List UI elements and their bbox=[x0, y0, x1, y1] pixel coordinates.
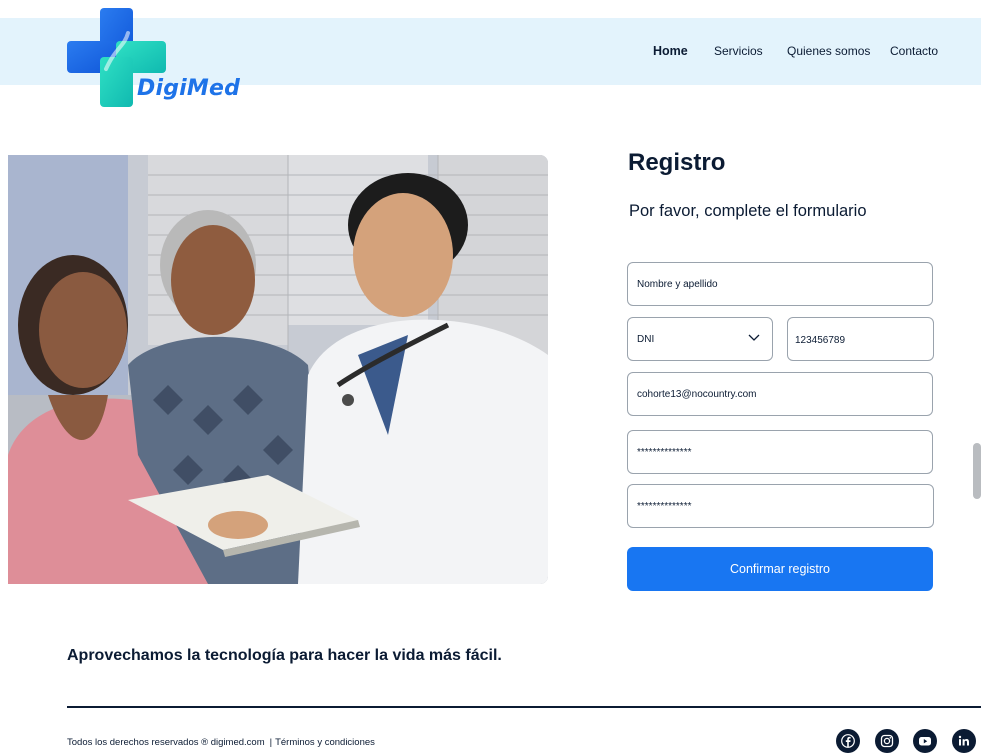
youtube-icon[interactable] bbox=[913, 729, 937, 753]
document-number-field[interactable]: 123456789 bbox=[787, 317, 934, 361]
document-type-select[interactable]: DNI bbox=[627, 317, 773, 361]
doctor-patients-illustration bbox=[8, 155, 548, 584]
password-confirm-field[interactable]: ************** bbox=[627, 484, 934, 528]
name-field-text: Nombre y apellido bbox=[637, 278, 718, 290]
name-field[interactable]: Nombre y apellido bbox=[627, 262, 933, 306]
terms-link[interactable]: Términos y condiciones bbox=[275, 737, 375, 748]
confirm-register-button[interactable]: Confirmar registro bbox=[627, 547, 933, 591]
password-value: ************** bbox=[637, 446, 692, 458]
nav-home[interactable]: Home bbox=[653, 44, 688, 58]
chevron-down-icon bbox=[748, 334, 760, 341]
copyright-text: Todos los derechos reservados ® digimed.… bbox=[67, 737, 265, 748]
instagram-icon[interactable] bbox=[875, 729, 899, 753]
nav-quienes-somos[interactable]: Quienes somos bbox=[787, 44, 870, 58]
password-confirm-value: ************** bbox=[637, 500, 692, 512]
scrollbar-thumb[interactable] bbox=[973, 443, 981, 499]
footer-text: Todos los derechos reservados ® digimed.… bbox=[67, 737, 375, 748]
email-field[interactable]: cohorte13@nocountry.com bbox=[627, 372, 933, 416]
hero-image bbox=[8, 155, 548, 584]
password-field[interactable]: ************** bbox=[627, 430, 933, 474]
form-subtitle: Por favor, complete el formulario bbox=[629, 202, 867, 220]
document-number-value: 123456789 bbox=[795, 335, 846, 346]
nav-servicios[interactable]: Servicios bbox=[714, 44, 763, 58]
logo-text: DigiMed bbox=[137, 76, 241, 101]
tagline: Aprovechamos la tecnología para hacer la… bbox=[67, 647, 502, 664]
footer-separator: | bbox=[269, 737, 273, 748]
linkedin-icon[interactable] bbox=[952, 729, 976, 753]
document-type-value: DNI bbox=[637, 333, 655, 345]
form-title: Registro bbox=[628, 149, 726, 176]
top-nav: Home Servicios Quienes somos Contacto bbox=[0, 44, 981, 64]
facebook-icon[interactable] bbox=[836, 729, 860, 753]
email-value: cohorte13@nocountry.com bbox=[637, 388, 757, 400]
nav-contacto[interactable]: Contacto bbox=[890, 44, 938, 58]
footer-divider bbox=[67, 706, 981, 708]
